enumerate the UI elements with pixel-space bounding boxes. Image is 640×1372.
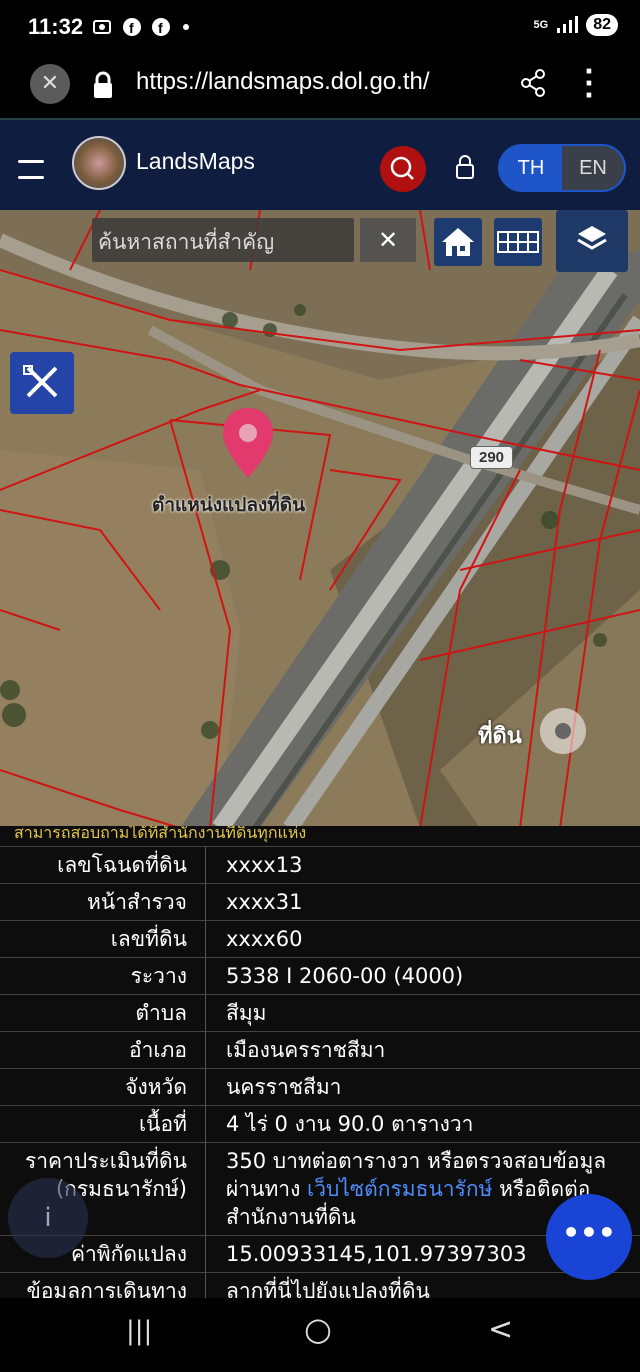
svg-text:f: f (129, 20, 138, 36)
row-value: xxxx60 (226, 927, 303, 951)
info-row: จังหวัด นครราชสีมา (0, 1068, 640, 1105)
info-row: เลขที่ดิน xxxx60 (0, 920, 640, 957)
app-header: LandsMaps TH EN (0, 118, 640, 210)
parcel-info-panel: สามารถสอบถามได้ที่สำนักงานที่ดินทุกแห่ง … (0, 826, 640, 1298)
facebook-icon: f (152, 18, 171, 36)
info-icon[interactable]: i (8, 1178, 88, 1258)
price-row: ราคาประเมินที่ดิน (กรมธนารักษ์) 350 บาทต่… (0, 1142, 640, 1235)
search-icon (390, 156, 414, 180)
row-label: เลขที่ดิน (0, 921, 206, 957)
row-label: ระวาง (0, 958, 206, 994)
brand-title: LandsMaps (136, 148, 255, 174)
browser-url-bar: ✕ https://landsmaps.dol.go.th/ · · · (0, 56, 640, 118)
layers-button[interactable] (556, 210, 628, 272)
row-value: xxxx31 (226, 890, 303, 914)
url-text[interactable]: https://landsmaps.dol.go.th/ (136, 68, 430, 96)
lang-en-button[interactable]: EN (562, 146, 624, 190)
language-toggle[interactable]: TH EN (498, 144, 626, 192)
system-nav-bar: ||| ○ < (0, 1298, 640, 1372)
back-icon[interactable]: < (488, 1312, 513, 1347)
row-label: ตำบล (0, 995, 206, 1031)
hamburger-menu-icon[interactable] (18, 160, 44, 179)
dot-icon (183, 24, 190, 30)
treasury-website-link[interactable]: เว็บไซต์กรมธนารักษ์ (307, 1177, 492, 1201)
grid-overlay-button[interactable] (494, 218, 542, 266)
info-row: ตำบล สีมุม (0, 994, 640, 1031)
notification-icons: f f (92, 16, 191, 37)
home-view-button[interactable] (434, 218, 482, 266)
row-label: ข้อมูลการเดินทาง (0, 1273, 206, 1298)
signal-icon (557, 16, 579, 33)
info-note: สามารถสอบถามได้ที่สำนักงานที่ดินทุกแห่ง (14, 826, 307, 842)
home-nav-icon[interactable]: ○ (304, 1310, 332, 1348)
search-button[interactable] (380, 146, 426, 192)
info-row: ระวาง 5338 I 2060-00 (4000) (0, 957, 640, 994)
parcel-location-label: ตำแหน่งแปลงที่ดิน (152, 494, 306, 516)
row-value: xxxx13 (226, 853, 303, 877)
locate-me-icon[interactable] (540, 708, 586, 754)
clock: 11:32 (28, 14, 84, 39)
drawing-tool-button[interactable] (10, 352, 74, 414)
system-indicators: 5G 82 (534, 14, 618, 36)
svg-text:f: f (158, 20, 167, 36)
price-label-line: ราคาประเมินที่ดิน (24, 1149, 187, 1173)
highway-sign: 290 (470, 446, 514, 469)
map-view[interactable]: ค้นหาสถานที่สำคัญ ✕ ตำแหน่งแปลงที่ดิน 29… (0, 210, 640, 828)
info-row: เลขโฉนดที่ดิน xxxx13 (0, 846, 640, 883)
row-value: 4 ไร่ 0 งาน 90.0 ตารางวา (226, 1112, 474, 1136)
info-row: อำเภอ เมืองนครราชสีมา (0, 1031, 640, 1068)
price-value-line: 350 บาทต่อตารางวา หรือตรวจสอบข้อมูล (226, 1149, 607, 1173)
close-tab-button[interactable]: ✕ (30, 64, 70, 104)
search-clear-button[interactable]: ✕ (360, 218, 416, 262)
map-pin-icon[interactable] (220, 406, 276, 482)
status-bar: 11:32 f f 5G 82 (0, 0, 640, 56)
price-text: ผ่านทาง (226, 1177, 308, 1201)
grid-icon (497, 231, 539, 253)
screenshot-icon (93, 20, 111, 34)
login-lock-icon[interactable] (454, 154, 476, 180)
layers-icon (577, 226, 607, 250)
network-indicator: 5G (533, 19, 549, 31)
share-icon[interactable] (518, 68, 548, 98)
home-icon (442, 228, 474, 256)
row-label: เลขโฉนดที่ดิน (0, 847, 206, 883)
coordinate-row: ค่าพิกัดแปลง 15.00933145,101.97397303 (0, 1235, 640, 1272)
lang-th-button[interactable]: TH (500, 146, 562, 190)
lock-icon[interactable] (92, 70, 114, 100)
row-value: 5338 I 2060-00 (4000) (226, 964, 464, 988)
facebook-icon: f (122, 18, 141, 36)
land-label: ที่ดิน (478, 724, 522, 749)
row-label: จังหวัด (0, 1069, 206, 1105)
row-value: สีมุม (226, 1001, 267, 1025)
info-row: เนื้อที่ 4 ไร่ 0 งาน 90.0 ตารางวา (0, 1105, 640, 1142)
info-row: หน้าสำรวจ xxxx31 (0, 883, 640, 920)
row-label: เนื้อที่ (0, 1106, 206, 1142)
recents-icon[interactable]: ||| (126, 1316, 152, 1346)
department-logo (72, 136, 126, 190)
directions-row: ข้อมูลการเดินทาง ลากที่นี่ไปยังแปลงที่ดิน (0, 1272, 640, 1298)
row-label: หน้าสำรวจ (0, 884, 206, 920)
row-value: นครราชสีมา (226, 1075, 342, 1099)
more-options-icon[interactable]: · · · (584, 59, 594, 109)
row-label: อำเภอ (0, 1032, 206, 1068)
place-search-input[interactable]: ค้นหาสถานที่สำคัญ (92, 218, 354, 262)
more-actions-button[interactable]: ••• (546, 1194, 632, 1280)
pencil-ruler-icon (23, 365, 58, 398)
row-value: เมืองนครราชสีมา (226, 1038, 386, 1062)
battery-indicator: 82 (586, 14, 618, 36)
